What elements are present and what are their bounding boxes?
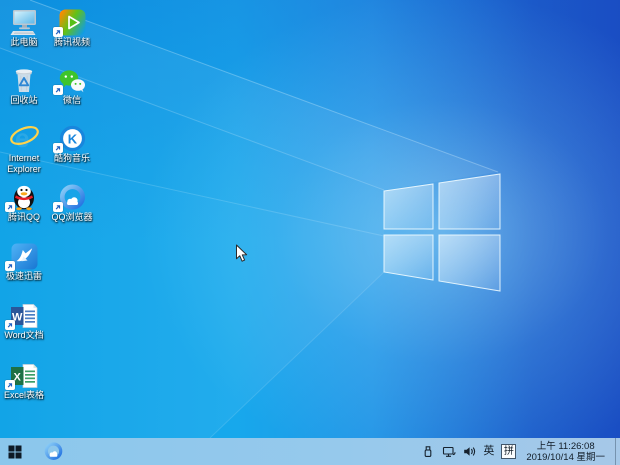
- shortcut-arrow-icon: [53, 202, 63, 212]
- thunder-icon: [7, 240, 41, 270]
- start-button[interactable]: [0, 438, 30, 465]
- desktop-icon-kugou-music[interactable]: K 酷狗音乐: [49, 122, 95, 164]
- taskbar-clock[interactable]: 上午 11:26:08 2019/10/14 星期一: [523, 441, 608, 463]
- show-desktop-button[interactable]: [615, 438, 620, 465]
- icon-label: Word文档: [4, 330, 43, 341]
- desktop-icon-wechat[interactable]: 微信: [49, 64, 95, 106]
- icon-label: 此电脑: [10, 37, 37, 48]
- system-tray: 英 拼 上午 11:26:08 2019/10/14 星期一: [422, 438, 620, 465]
- desktop-icon-internet-explorer[interactable]: e Internet Explorer: [1, 122, 47, 175]
- icon-label: QQ浏览器: [51, 212, 92, 223]
- desktop: 此电脑 腾讯视频 回收站: [0, 0, 620, 465]
- qq-browser-icon: [44, 442, 63, 461]
- icon-label: 微信: [63, 95, 81, 106]
- network-icon[interactable]: [442, 445, 456, 458]
- desktop-icon-recycle-bin[interactable]: 回收站: [1, 64, 47, 106]
- shortcut-arrow-icon: [5, 320, 15, 330]
- icon-label: 回收站: [10, 95, 37, 106]
- ime-language-indicator[interactable]: 英: [483, 438, 494, 465]
- shortcut-arrow-icon: [53, 27, 63, 37]
- kugou-music-icon: K: [55, 122, 89, 152]
- desktop-icon-thunder[interactable]: 极速迅雷: [1, 240, 47, 282]
- internet-explorer-icon: e: [7, 122, 41, 152]
- volume-icon[interactable]: [463, 445, 476, 458]
- clock-date: 2019/10/14 星期一: [526, 452, 605, 463]
- shortcut-arrow-icon: [5, 261, 15, 271]
- desktop-icon-tencent-qq[interactable]: 腾讯QQ: [1, 181, 47, 223]
- desktop-icon-word-document[interactable]: W Word文档: [1, 299, 47, 341]
- qq-browser-icon: [55, 181, 89, 211]
- desktop-icon-excel-sheet[interactable]: X Excel表格: [1, 359, 47, 401]
- icon-label: 腾讯视频: [54, 37, 90, 48]
- taskbar: 英 拼 上午 11:26:08 2019/10/14 星期一: [0, 438, 620, 465]
- usb-device-icon[interactable]: [422, 445, 435, 458]
- this-pc-icon: [7, 6, 41, 36]
- tencent-qq-icon: [7, 181, 41, 211]
- windows-logo-icon: [8, 445, 22, 459]
- tencent-video-icon: [55, 6, 89, 36]
- icon-label: Internet Explorer: [1, 153, 47, 175]
- desktop-icon-tencent-video[interactable]: 腾讯视频: [49, 6, 95, 48]
- wechat-icon: [55, 64, 89, 94]
- taskbar-qq-browser-button[interactable]: [38, 438, 68, 465]
- excel-sheet-icon: X: [7, 359, 41, 389]
- icon-label: Excel表格: [4, 390, 44, 401]
- icon-label: 极速迅雷: [6, 271, 42, 282]
- icon-label: 腾讯QQ: [8, 212, 40, 223]
- ime-mode-indicator[interactable]: 拼: [501, 444, 516, 459]
- shortcut-arrow-icon: [53, 85, 63, 95]
- desktop-icon-this-pc[interactable]: 此电脑: [1, 6, 47, 48]
- shortcut-arrow-icon: [5, 380, 15, 390]
- word-document-icon: W: [7, 299, 41, 329]
- icon-label: 酷狗音乐: [54, 153, 90, 164]
- svg-text:K: K: [67, 131, 77, 146]
- shortcut-arrow-icon: [5, 202, 15, 212]
- clock-time: 上午 11:26:08: [526, 441, 605, 452]
- desktop-icon-qq-browser[interactable]: QQ浏览器: [49, 181, 95, 223]
- recycle-bin-icon: [7, 64, 41, 94]
- shortcut-arrow-icon: [53, 143, 63, 153]
